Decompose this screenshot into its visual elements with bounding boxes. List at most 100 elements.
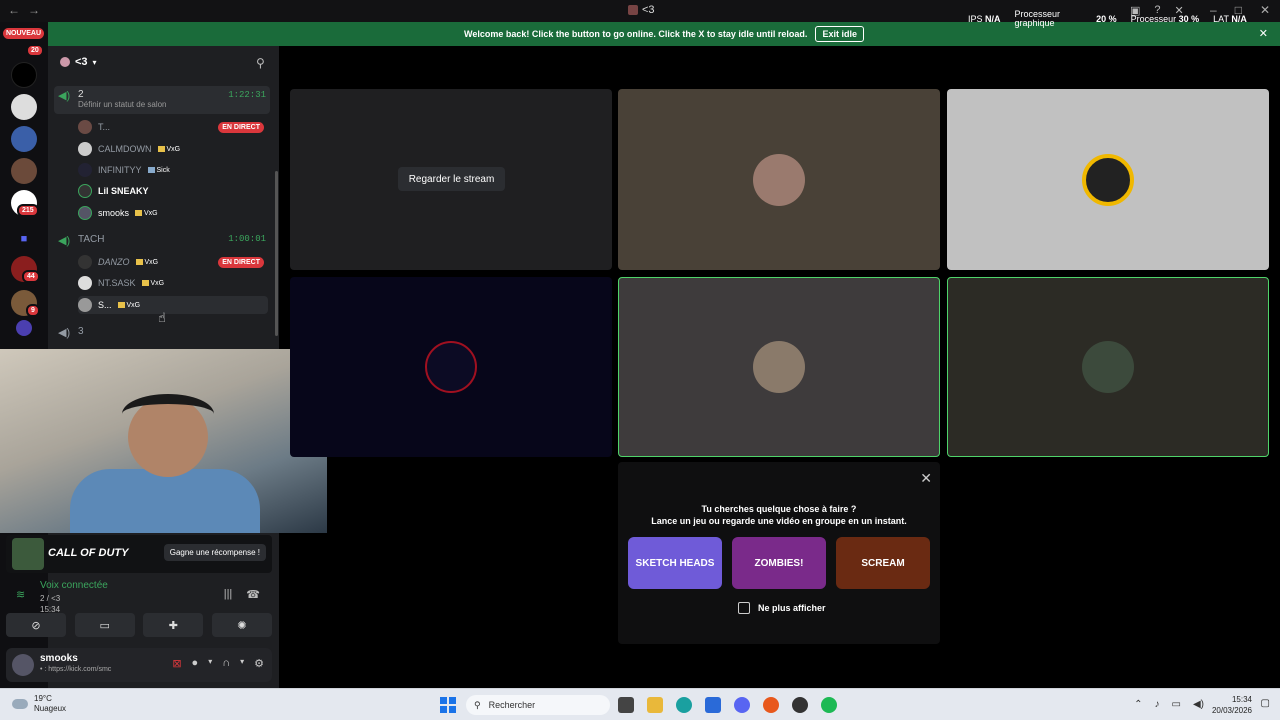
voice-channel-3[interactable]: ◀) 3 <box>54 326 270 342</box>
add-member-icon[interactable]: ⚲ <box>256 56 265 70</box>
avatar <box>753 153 805 206</box>
server-icon-1[interactable] <box>11 62 37 88</box>
speaker-icon: ◀) <box>58 90 71 102</box>
participant-tile[interactable] <box>618 89 940 270</box>
network-icon[interactable]: ▭ <box>1172 699 1181 710</box>
start-button[interactable] <box>440 697 456 713</box>
clock[interactable]: 15:34 20/03/2026 <box>1212 694 1252 716</box>
voice-channel-tach[interactable]: ◀) TACH 1:00:01 <box>54 234 270 250</box>
participant-tile-speaking[interactable] <box>618 277 940 457</box>
close-window-icon[interactable]: ✕ <box>1260 3 1270 17</box>
chevron-down-icon[interactable]: ▾ <box>208 657 212 670</box>
quest-promo[interactable]: CALL OF DUTY Gagne une récompense ! <box>6 535 272 573</box>
voice-status[interactable]: Voix connectée <box>40 580 108 591</box>
close-icon[interactable]: ✕ <box>920 470 932 487</box>
store-icon[interactable] <box>705 697 721 713</box>
signal-icon[interactable]: ≋ <box>16 588 25 601</box>
voice-actions: ||| ☎ <box>224 588 260 601</box>
screen-share-button[interactable]: ▭ <box>74 613 135 637</box>
channel-status[interactable]: Définir un statut de salon <box>78 100 167 109</box>
banner-close-icon[interactable]: ✕ <box>1259 27 1268 40</box>
soundboard-button[interactable]: ✺ <box>211 613 272 637</box>
gpu-readout: Processeur graphique <box>1014 9 1061 28</box>
avatar <box>78 206 92 220</box>
notification-icon[interactable]: ▢ <box>1261 698 1270 709</box>
volume-icon[interactable]: ◀) <box>1193 699 1204 710</box>
weather-label: Nuageux <box>34 704 67 713</box>
voice-member[interactable]: NT.SASK VxG <box>78 274 268 292</box>
channel-timer: 1:00:01 <box>228 234 266 244</box>
server-icon-8[interactable] <box>16 320 32 336</box>
server-icon-3[interactable] <box>11 126 37 152</box>
server-badge-a: 215 <box>17 204 39 217</box>
voice-channel-2[interactable]: ◀) 2 1:22:31 Définir un statut de salon <box>54 86 270 114</box>
camera-off-button[interactable]: ⊘ <box>6 613 66 637</box>
clan-tag: Sick <box>147 167 170 174</box>
new-badge[interactable]: NOUVEAU <box>3 28 45 39</box>
exit-idle-button[interactable]: Exit idle <box>815 26 864 42</box>
chevron-down-icon[interactable]: ▾ <box>240 657 244 670</box>
username[interactable]: smooks <box>40 653 78 664</box>
folder-icon[interactable]: ■ <box>11 226 37 252</box>
participant-tile[interactable] <box>290 277 612 457</box>
cpu-readout: Processeur 30 % <box>1130 14 1200 24</box>
dont-show-checkbox[interactable]: Ne plus afficher <box>738 602 826 614</box>
server-name: <3 <box>75 56 88 68</box>
temperature: 19°C <box>34 694 52 703</box>
checkbox-box[interactable] <box>738 602 750 614</box>
weather-widget[interactable]: 19°C Nuageux <box>12 694 66 714</box>
file-explorer-icon[interactable] <box>647 697 663 713</box>
edge-icon[interactable] <box>676 697 692 713</box>
activity-sketch-heads[interactable]: SKETCH HEADS <box>628 537 722 589</box>
nav-arrows-icon[interactable]: ←→ <box>8 3 48 17</box>
activity-zombies[interactable]: ZOMBIES! <box>732 537 826 589</box>
mouse-cursor: ☝ <box>158 310 166 325</box>
noise-icon[interactable]: ||| <box>224 588 233 601</box>
voice-member[interactable]: smooks VxG <box>78 204 268 222</box>
headphones-icon[interactable]: ∩ <box>222 657 230 670</box>
gear-icon[interactable]: ⚙ <box>254 657 264 670</box>
member-name: CALMDOWN <box>98 144 152 154</box>
voice-member[interactable]: DANZO VxG EN DIRECT <box>78 253 268 271</box>
controller-icon[interactable]: ⊠ <box>172 657 181 670</box>
server-badge-c: 9 <box>26 304 40 317</box>
voice-member[interactable]: INFINITYY Sick <box>78 161 268 179</box>
discord-icon[interactable] <box>734 697 750 713</box>
activities-button[interactable]: ✚ <box>143 613 204 637</box>
ips-readout: IPS N/A <box>968 14 1001 24</box>
voice-member[interactable]: T... EN DIRECT <box>78 118 268 136</box>
webcam-shirt <box>70 469 260 533</box>
mic-tray-icon[interactable]: ♪ <box>1155 699 1160 710</box>
member-name: T... <box>98 122 111 132</box>
obs-icon[interactable] <box>792 697 808 713</box>
channel-timer: 1:22:31 <box>228 90 266 100</box>
channel-name: TACH <box>78 234 105 245</box>
chevron-up-icon[interactable]: ⌃ <box>1134 699 1142 710</box>
server-header[interactable]: <3 ▾ <box>60 56 97 68</box>
avatar[interactable] <box>12 654 34 676</box>
watch-stream-button[interactable]: Regarder le stream <box>398 167 505 191</box>
voice-member[interactable]: Lil SNEAKY <box>78 182 268 200</box>
server-icon-2[interactable] <box>11 94 37 120</box>
sidebar-scrollbar[interactable] <box>275 171 278 336</box>
avatar <box>78 184 92 198</box>
task-view-icon[interactable] <box>618 697 634 713</box>
voice-member[interactable]: S... VxG <box>78 296 268 314</box>
microphone-icon[interactable]: ● <box>192 657 199 670</box>
server-icon-4[interactable] <box>11 158 37 184</box>
avatar <box>78 255 92 269</box>
claim-reward-button[interactable]: Gagne une récompense ! <box>163 544 266 561</box>
taskbar-search[interactable]: ⚲ Rechercher <box>466 695 610 715</box>
activity-scream[interactable]: SCREAM <box>836 537 930 589</box>
voice-member[interactable]: CALMDOWN VxG <box>78 140 268 158</box>
clan-tag: VxG <box>141 280 164 287</box>
firefox-icon[interactable] <box>763 697 779 713</box>
participant-tile[interactable] <box>947 89 1269 270</box>
disconnect-icon[interactable]: ☎ <box>246 588 260 601</box>
user-status: • : https://kick.com/smc <box>40 666 112 673</box>
avatar <box>78 276 92 290</box>
participant-tile-speaking[interactable] <box>947 277 1269 457</box>
game-title: CALL OF DUTY <box>48 547 129 559</box>
spotify-icon[interactable] <box>821 697 837 713</box>
search-label: Rechercher <box>488 700 536 710</box>
